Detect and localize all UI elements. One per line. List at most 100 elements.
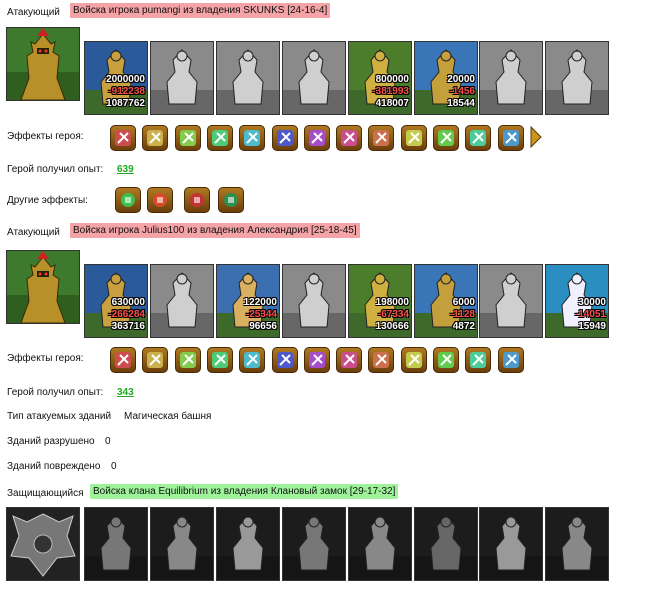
unit-count: 2000000 <box>106 74 145 85</box>
wraith-unit-icon <box>480 508 542 580</box>
unit-card[interactable] <box>545 507 609 581</box>
sword-icon[interactable] <box>110 347 136 373</box>
experience-value-link[interactable]: 639 <box>117 164 134 175</box>
dark-warrior-unit-icon <box>480 265 542 337</box>
unit-card[interactable]: 30000 -14051 15949 <box>545 264 609 338</box>
unit-card[interactable] <box>150 41 214 115</box>
armor-icon[interactable] <box>401 347 427 373</box>
ornament-icon[interactable] <box>336 347 362 373</box>
unit-losses: -25344 <box>245 309 277 320</box>
unit-card[interactable]: 800000 -381993 418007 <box>348 41 412 115</box>
unit-card[interactable] <box>479 507 543 581</box>
sword-icon[interactable] <box>110 125 136 151</box>
unit-card[interactable] <box>150 264 214 338</box>
beast-unit-icon <box>349 508 411 580</box>
unit-count: 6000 <box>452 297 475 308</box>
dark-warrior-unit-icon <box>480 42 542 114</box>
tent-icon[interactable] <box>465 125 491 151</box>
web-icon[interactable] <box>368 125 394 151</box>
fiend-unit-icon <box>217 508 279 580</box>
dagger-icon[interactable] <box>498 347 524 373</box>
demon-unit-icon <box>151 508 213 580</box>
unit-card[interactable] <box>150 507 214 581</box>
unit-card[interactable] <box>84 507 148 581</box>
unit-card[interactable] <box>282 264 346 338</box>
attacker-banner: Войска игрока pumangi из владения SKUNKS… <box>70 3 331 18</box>
destroyed-label: Зданий разрушено <box>7 436 95 447</box>
handshake-icon[interactable] <box>142 125 168 151</box>
ring-icon[interactable] <box>433 125 459 151</box>
unit-losses: -1456 <box>449 86 475 97</box>
experience-value-link[interactable]: 343 <box>117 387 134 398</box>
unit-count: 30000 <box>578 297 606 308</box>
heart-icon[interactable] <box>184 187 210 213</box>
crest-icon[interactable] <box>207 347 233 373</box>
hero-portrait[interactable] <box>6 507 80 581</box>
unit-card[interactable]: 630000 -266284 363716 <box>84 264 148 338</box>
attacker-label: Атакующий <box>7 227 60 238</box>
unit-card[interactable] <box>282 507 346 581</box>
other-effects-label: Другие эффекты: <box>7 195 88 206</box>
unit-card[interactable] <box>216 507 280 581</box>
handshake-icon[interactable] <box>142 347 168 373</box>
imp-unit-icon <box>546 508 608 580</box>
destroyed-value: 0 <box>105 436 111 447</box>
unit-losses: -1128 <box>449 309 475 320</box>
dragon-unit-icon <box>85 508 147 580</box>
shield-bonus-icon[interactable] <box>147 187 173 213</box>
potion-icon[interactable] <box>115 187 141 213</box>
crest-icon[interactable] <box>207 125 233 151</box>
cannon-icon[interactable] <box>218 187 244 213</box>
golden-knight-icon <box>7 28 79 100</box>
unit-count: 630000 <box>111 297 145 308</box>
defender-label: Защищающийся <box>7 488 84 499</box>
armored-soldier-unit-icon <box>151 265 213 337</box>
hero-portrait[interactable] <box>6 27 80 101</box>
buildings-type-label: Тип атакуемых зданий <box>7 411 112 422</box>
shield-icon[interactable] <box>272 347 298 373</box>
griffin-unit-icon <box>283 42 345 114</box>
unit-card[interactable] <box>282 41 346 115</box>
unit-card[interactable]: 20000 -1456 18544 <box>414 41 478 115</box>
unit-card[interactable] <box>479 41 543 115</box>
dagger-icon[interactable] <box>498 125 524 151</box>
more-arrow-icon[interactable] <box>530 125 542 149</box>
unit-losses: -266284 <box>108 309 145 320</box>
shield2-icon[interactable] <box>304 347 330 373</box>
armor-icon[interactable] <box>401 125 427 151</box>
castle-icon[interactable] <box>239 347 265 373</box>
experience-label: Герой получил опыт: <box>7 164 104 175</box>
unit-card[interactable]: 122000 -25344 96656 <box>216 264 280 338</box>
unit-card[interactable] <box>479 264 543 338</box>
hand-icon[interactable] <box>175 347 201 373</box>
unit-count: 198000 <box>375 297 409 308</box>
unit-card[interactable] <box>348 507 412 581</box>
unit-card[interactable]: 6000 -1128 4872 <box>414 264 478 338</box>
golden-knight-icon <box>7 251 79 323</box>
web-icon[interactable] <box>368 347 394 373</box>
cog-icon[interactable] <box>304 125 330 151</box>
cavalry-unit-icon <box>217 42 279 114</box>
damaged-label: Зданий повреждено <box>7 461 101 472</box>
hand-icon[interactable] <box>175 125 201 151</box>
unit-card[interactable]: 198000 -67334 130666 <box>348 264 412 338</box>
tent-icon[interactable] <box>465 347 491 373</box>
unit-losses: -381993 <box>372 86 409 97</box>
unit-card[interactable]: 2000000 -912238 1087762 <box>84 41 148 115</box>
dark-emblem-icon <box>7 508 79 580</box>
hero-effects-label: Эффекты героя: <box>7 131 84 142</box>
attacker-banner: Войска игрока Julius100 из владения Алек… <box>70 223 360 238</box>
ring-icon[interactable] <box>433 347 459 373</box>
unit-card[interactable] <box>216 41 280 115</box>
hero-portrait[interactable] <box>6 250 80 324</box>
unit-remaining: 96656 <box>249 321 277 332</box>
castle-icon[interactable] <box>239 125 265 151</box>
unit-losses: -912238 <box>108 86 145 97</box>
ornament-icon[interactable] <box>336 125 362 151</box>
shield-icon[interactable] <box>272 125 298 151</box>
unit-count: 122000 <box>243 297 277 308</box>
unit-card[interactable] <box>545 41 609 115</box>
unit-card[interactable] <box>414 507 478 581</box>
defender-banner: Войска клана Equilibrium из владения Кла… <box>90 484 399 499</box>
damaged-value: 0 <box>111 461 117 472</box>
